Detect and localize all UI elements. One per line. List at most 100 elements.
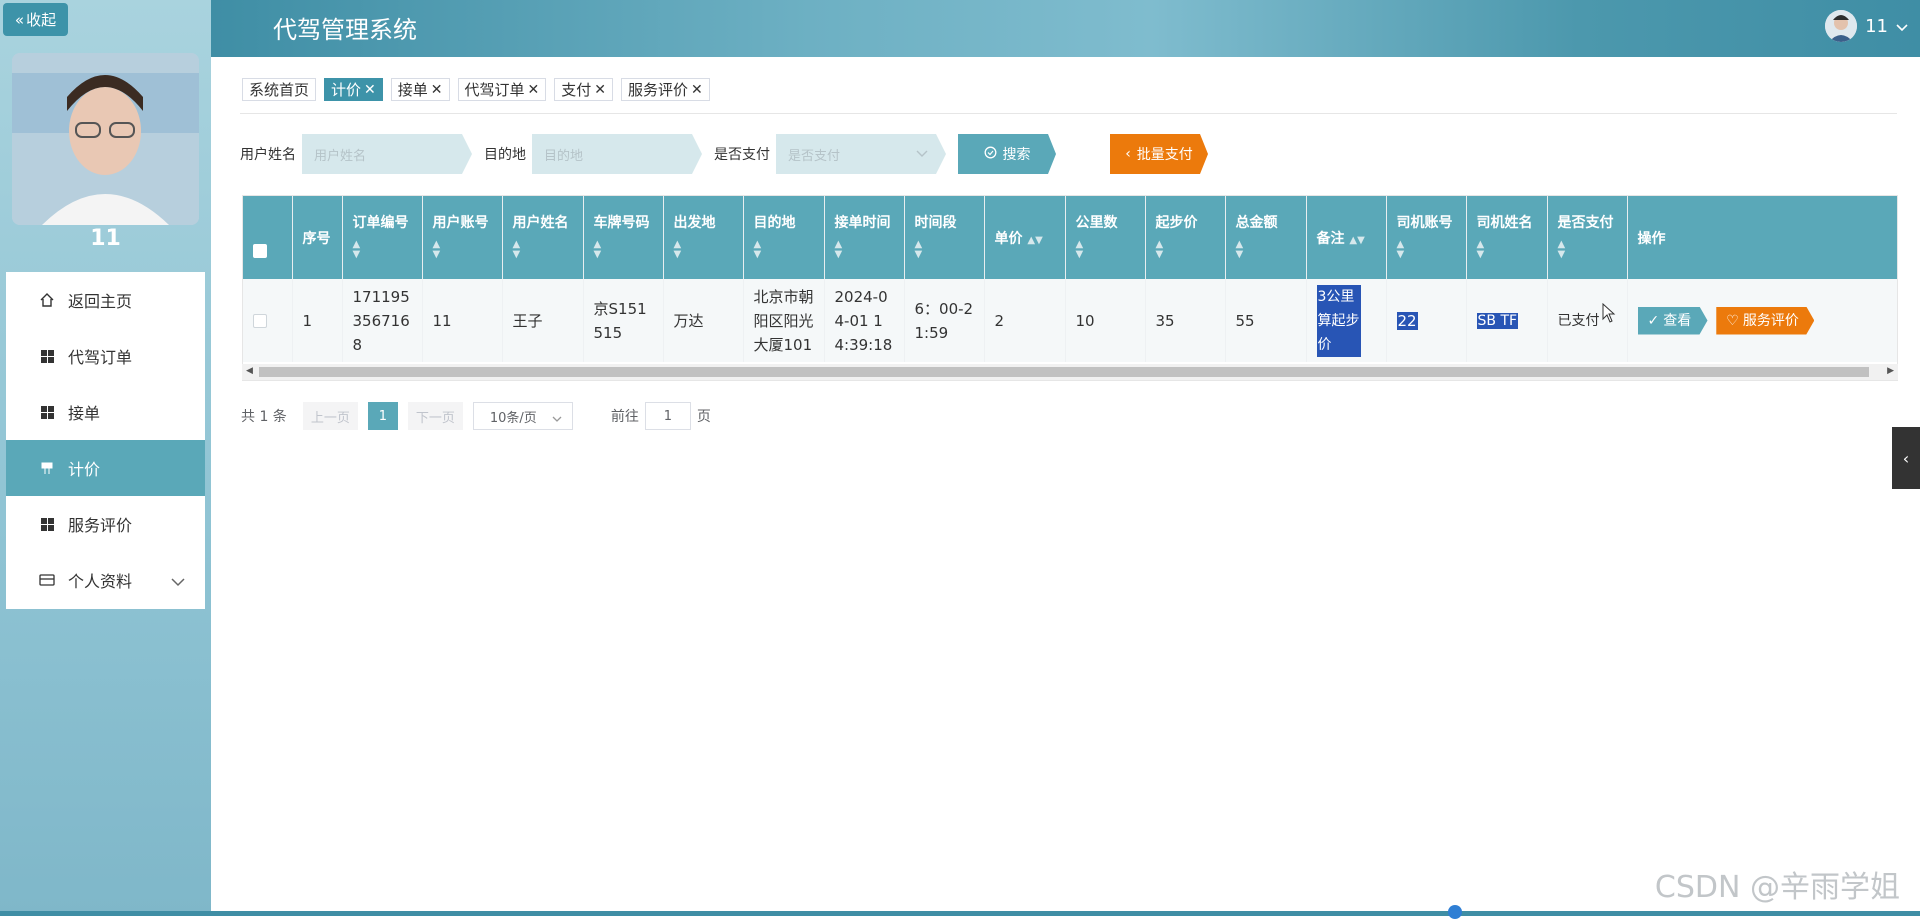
sidebar-username: 11 — [90, 226, 121, 251]
paid-label: 是否支付 — [714, 147, 770, 163]
sidebar-item-profile[interactable]: 个人资料 — [6, 552, 205, 608]
scrollbar-thumb[interactable] — [259, 367, 1869, 377]
sort-icon[interactable]: ▲▼ — [835, 240, 904, 260]
column-header[interactable]: 司机账号 ▲ ▼ — [1386, 196, 1467, 279]
page-size-value: 10条/页 — [489, 410, 537, 426]
close-icon[interactable]: ✕ — [594, 82, 606, 98]
table-row: 1 1711953567168 11 王子 京S151515 万达 北京市朝阳区… — [243, 279, 1897, 362]
close-icon[interactable]: ✕ — [691, 82, 703, 98]
sort-icon[interactable]: ▲▼ — [674, 240, 743, 260]
collapse-button[interactable]: « 收起 — [3, 3, 68, 36]
tab-payment[interactable]: 支付 ✕ — [554, 78, 614, 101]
name-search-input[interactable]: 用户姓名 — [302, 134, 472, 174]
heart-icon: ♡ — [1726, 312, 1739, 329]
tab-label: 支付 — [561, 81, 592, 99]
sidebar-item-review[interactable]: 服务评价 — [6, 496, 205, 552]
sidebar-item-orders[interactable]: 代驾订单 — [6, 328, 205, 384]
review-button[interactable]: ♡ 服务评价 — [1716, 307, 1814, 335]
horizontal-scrollbar[interactable]: ◀ ▶ — [242, 364, 1898, 380]
tab-label: 服务评价 — [628, 81, 689, 99]
sort-icon[interactable]: ▲▼ — [1397, 240, 1466, 260]
chevron-down-icon — [916, 147, 928, 162]
tab-home[interactable]: 系统首页 — [242, 78, 317, 101]
collapse-label: 收起 — [26, 11, 57, 29]
sort-icon[interactable]: ▲▼ — [1477, 240, 1547, 260]
batch-pay-button[interactable]: ‹ 批量支付 — [1110, 134, 1208, 174]
sort-icon[interactable]: ▲▼ — [1236, 240, 1306, 260]
page-number-current[interactable]: 1 — [367, 402, 398, 430]
column-header[interactable]: 用户账号 ▲ ▼ — [422, 196, 503, 279]
column-header[interactable]: 起步价 ▲ ▼ — [1145, 196, 1226, 279]
sidebar-item-label: 服务评价 — [68, 516, 133, 535]
next-page-button[interactable]: 下一页 — [407, 402, 463, 430]
column-header[interactable]: 用户姓名 ▲ ▼ — [502, 196, 584, 279]
sidebar-item-home[interactable]: 返回主页 — [6, 272, 205, 328]
sort-icon[interactable]: ▲▼ — [1156, 240, 1225, 260]
select-all-checkbox[interactable] — [253, 244, 267, 258]
destination-search-input[interactable]: 目的地 — [532, 134, 702, 174]
tab-orders[interactable]: 代驾订单 ✕ — [457, 78, 547, 101]
column-header[interactable]: 备注 ▲▼ — [1306, 196, 1387, 279]
column-header[interactable]: 车牌号码 ▲ ▼ — [583, 196, 664, 279]
close-icon[interactable]: ✕ — [431, 82, 443, 98]
sidebar-item-pricing[interactable]: 计价 — [6, 440, 205, 496]
flag-icon — [38, 459, 56, 477]
column-header[interactable]: 公里数 ▲ ▼ — [1065, 196, 1146, 279]
goto-page-input[interactable]: 1 — [644, 402, 691, 430]
sidebar-item-label: 接单 — [68, 404, 101, 423]
sort-icon[interactable]: ▲▼ — [1558, 240, 1627, 260]
sort-icon[interactable]: ▲▼ — [1076, 240, 1145, 260]
sort-icon[interactable]: ▲▼ — [754, 240, 824, 260]
column-header[interactable]: 订单编号 ▲ ▼ — [342, 196, 423, 279]
row-checkbox[interactable] — [253, 313, 267, 328]
column-header[interactable]: 出发地 ▲ ▼ — [663, 196, 744, 279]
bottom-progress-bar — [0, 911, 1920, 916]
sort-icon[interactable]: ▲▼ — [594, 240, 663, 260]
tab-review[interactable]: 服务评价 ✕ — [621, 78, 710, 101]
wallet-icon — [38, 571, 56, 589]
close-icon[interactable]: ✕ — [528, 82, 540, 98]
column-header[interactable]: 接单时间 ▲ ▼ — [824, 196, 905, 279]
scroll-right-icon[interactable]: ▶ — [1887, 366, 1894, 376]
cell-km: 10 — [1065, 279, 1146, 362]
search-button[interactable]: 搜索 — [958, 134, 1056, 174]
column-header: 序号 — [292, 196, 343, 279]
prev-page-button[interactable]: 上一页 — [302, 402, 358, 430]
sort-icon[interactable]: ▲▼ — [1349, 235, 1364, 246]
pagination: 共 1 条 上一页 1 下一页 10条/页 前往 1 页 — [241, 402, 711, 430]
column-header[interactable]: 总金额 ▲ ▼ — [1225, 196, 1307, 279]
sort-icon[interactable]: ▲▼ — [513, 240, 583, 260]
total-count: 共 1 条 — [241, 409, 287, 425]
chevron-down-icon — [552, 412, 562, 427]
cell-origin: 万达 — [663, 279, 744, 362]
page-size-select[interactable]: 10条/页 — [472, 402, 573, 430]
tab-accept[interactable]: 接单 ✕ — [390, 78, 450, 101]
column-header[interactable]: 是否支付 ▲ ▼ — [1547, 196, 1628, 279]
column-header[interactable]: 单价 ▲▼ — [984, 196, 1066, 279]
paid-select[interactable]: 是否支付 — [776, 134, 946, 174]
close-icon[interactable]: ✕ — [364, 82, 376, 98]
cell-user-account: 11 — [422, 279, 503, 362]
side-drawer-handle[interactable]: ‹ — [1892, 427, 1920, 489]
view-button[interactable]: ✓ 查看 — [1638, 307, 1708, 335]
sidebar-item-accept[interactable]: 接单 — [6, 384, 205, 440]
sort-icon[interactable]: ▲▼ — [915, 240, 984, 260]
column-header[interactable]: 时间段 ▲ ▼ — [904, 196, 985, 279]
mouse-cursor-icon — [1602, 302, 1616, 327]
column-header[interactable]: 目的地 ▲ ▼ — [743, 196, 825, 279]
sort-icon[interactable]: ▲▼ — [353, 240, 422, 260]
search-button-label: 搜索 — [1002, 147, 1031, 163]
tab-pricing[interactable]: 计价 ✕ — [324, 78, 383, 101]
progress-handle[interactable] — [1448, 905, 1462, 919]
grid-icon — [38, 347, 56, 365]
scroll-left-icon[interactable]: ◀ — [246, 366, 253, 376]
header: 代驾管理系统 11 — [211, 0, 1920, 57]
watermark: CSDN @辛雨学姐 — [1654, 870, 1900, 905]
column-header[interactable]: 司机姓名 ▲ ▼ — [1466, 196, 1548, 279]
destination-placeholder: 目的地 — [544, 148, 584, 164]
cell-plate: 京S151515 — [583, 279, 664, 362]
sort-icon[interactable]: ▲▼ — [433, 240, 502, 260]
table-header-row: 序号 订单编号 ▲ ▼ 用户账号 ▲ ▼ 用户姓名 ▲ ▼ 车牌号码 ▲ ▼ 出发地 ▲ ▼ 目的地… — [243, 196, 1897, 279]
user-menu[interactable]: 11 — [1825, 10, 1908, 42]
sort-icon[interactable]: ▲▼ — [1027, 235, 1042, 246]
